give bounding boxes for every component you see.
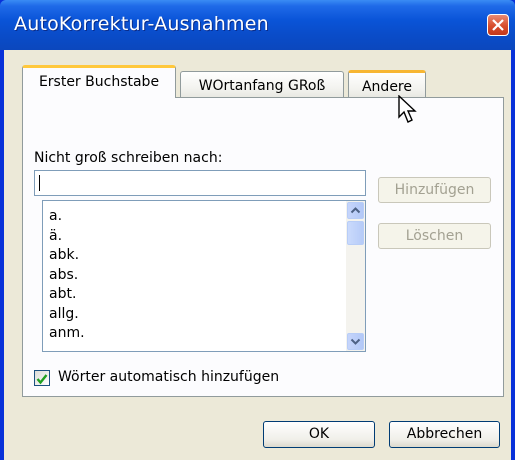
list-item[interactable]: a.	[43, 207, 365, 227]
field-label: Nicht groß schreiben nach:	[34, 150, 223, 166]
auto-add-label[interactable]: Wörter automatisch hinzufügen	[58, 369, 279, 385]
checkmark-icon	[36, 374, 48, 385]
scroll-up-button[interactable]	[347, 202, 364, 219]
tab-label: Erster Buchstabe	[38, 74, 160, 90]
close-button[interactable]	[487, 14, 509, 36]
exceptions-list[interactable]: a. ä. abk. abs. abt. allg. anm.	[42, 200, 366, 352]
list-item[interactable]: abs.	[43, 266, 365, 286]
exception-input[interactable]	[34, 170, 366, 196]
tab-erster-buchstabe[interactable]: Erster Buchstabe	[22, 65, 176, 98]
scroll-thumb[interactable]	[347, 221, 364, 245]
cancel-button[interactable]: Abbrechen	[389, 421, 500, 448]
list-item[interactable]: abt.	[43, 285, 365, 305]
title-bar[interactable]: AutoKorrektur-Ausnahmen	[0, 0, 515, 50]
list-item[interactable]: allg.	[43, 305, 365, 325]
chevron-up-icon	[350, 207, 361, 214]
tab-label: Andere	[361, 79, 412, 95]
list-item[interactable]: ä.	[43, 227, 365, 247]
scroll-down-button[interactable]	[347, 333, 364, 350]
window-title: AutoKorrektur-Ausnahmen	[14, 13, 269, 35]
ok-button[interactable]: OK	[263, 421, 375, 448]
text-caret	[39, 175, 40, 191]
mouse-pointer-icon	[398, 94, 418, 129]
list-item[interactable]: abk.	[43, 246, 365, 266]
chevron-down-icon	[350, 338, 361, 345]
dialog-window: AutoKorrektur-Ausnahmen Erster Buchstabe…	[0, 0, 515, 460]
add-button[interactable]: Hinzufügen	[378, 177, 491, 203]
list-scrollbar[interactable]	[346, 201, 365, 351]
tab-wortanfang-gross[interactable]: WOrtanfang GRoß	[180, 71, 344, 99]
auto-add-checkbox[interactable]	[34, 370, 50, 386]
tab-label: WOrtanfang GRoß	[198, 78, 326, 94]
delete-button[interactable]: Löschen	[378, 223, 491, 249]
list-item[interactable]: anm.	[43, 324, 365, 344]
close-icon	[492, 19, 504, 31]
